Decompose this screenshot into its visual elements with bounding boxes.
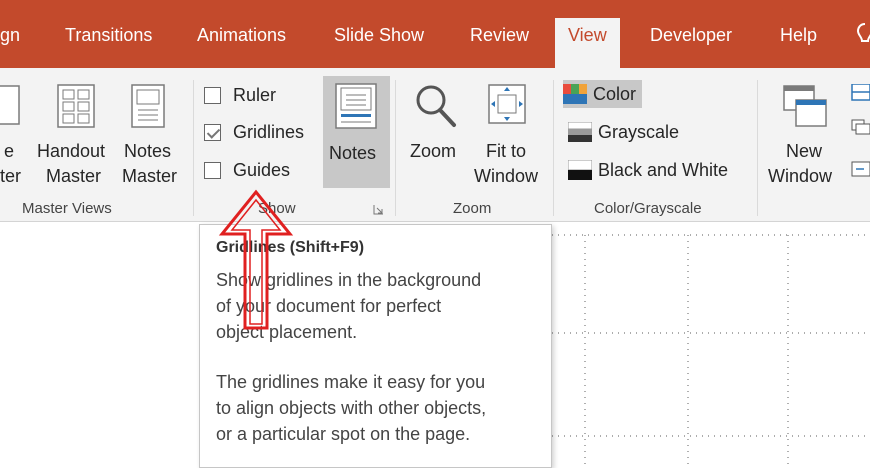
group-separator [395, 80, 396, 216]
ruler-checkbox-box[interactable] [204, 86, 221, 104]
tab-design[interactable]: gn [0, 25, 20, 46]
black-and-white-label: Black and White [598, 159, 729, 180]
grayscale-button[interactable]: Grayscale [568, 118, 679, 146]
grayscale-swatch-icon [568, 122, 592, 142]
tooltip-line: or a particular spot on the page. [216, 424, 471, 444]
grayscale-label: Grayscale [598, 121, 680, 142]
gridlines-checkbox[interactable]: Gridlines [204, 119, 304, 145]
zoom-group-label: Zoom [453, 200, 492, 217]
tab-transitions[interactable]: Transitions [65, 25, 152, 46]
guides-label: Guides [233, 159, 291, 180]
slide-master-label-2: ter [0, 166, 22, 186]
ruler-label: Ruler [233, 84, 277, 105]
handout-master-icon [57, 84, 95, 128]
gridlines-checkbox-box[interactable] [204, 123, 221, 141]
fit-to-window-icon [488, 84, 526, 124]
handout-master-label-1: Handout [37, 141, 106, 161]
fit-to-window-label-1: Fit to [486, 141, 527, 161]
notes-button[interactable]: Notes [323, 76, 390, 188]
annotation-arrow-icon [218, 189, 294, 330]
tab-review[interactable]: Review [470, 25, 529, 46]
tab-developer[interactable]: Developer [650, 25, 732, 46]
color-label: Color [593, 83, 637, 104]
new-window-icon [783, 85, 827, 127]
guides-checkbox-box[interactable] [204, 161, 221, 179]
color-swatch-icon [563, 84, 587, 104]
new-window-label-1: New [786, 141, 823, 161]
fit-to-window-label-2: Window [474, 166, 539, 186]
slide-master-icon [0, 85, 20, 125]
arrange-windows-icons[interactable] [850, 84, 870, 188]
ruler-checkbox[interactable]: Ruler [204, 82, 276, 108]
black-and-white-button[interactable]: Black and White [568, 156, 728, 184]
black-white-swatch-icon [568, 160, 592, 180]
lightbulb-icon[interactable] [856, 22, 870, 53]
color-button[interactable]: Color [563, 80, 643, 108]
tab-animations[interactable]: Animations [197, 25, 286, 46]
group-separator [757, 80, 758, 216]
group-separator [553, 80, 554, 216]
gridlines-label: Gridlines [233, 121, 305, 142]
dialog-launcher-icon[interactable] [373, 204, 384, 215]
guides-checkbox[interactable]: Guides [204, 157, 290, 183]
color-grayscale-group-label: Color/Grayscale [594, 200, 702, 217]
group-separator [193, 80, 194, 216]
tooltip-line: to align objects with other objects, [216, 398, 487, 418]
notes-icon [335, 83, 377, 129]
handout-master-label-2: Master [46, 166, 102, 186]
tooltip-line: The gridlines make it easy for you [216, 372, 486, 392]
notes-master-icon [131, 84, 165, 128]
notes-master-label-1: Notes [124, 141, 172, 161]
zoom-label: Zoom [410, 141, 457, 161]
magnifier-icon [416, 85, 456, 127]
notes-label: Notes [329, 143, 377, 163]
new-window-label-2: Window [768, 166, 833, 186]
tab-help[interactable]: Help [780, 25, 817, 46]
tab-slide-show[interactable]: Slide Show [334, 25, 424, 46]
slide-master-label-1: e [4, 141, 15, 161]
master-views-group-label: Master Views [22, 200, 112, 217]
notes-master-label-2: Master [122, 166, 178, 186]
